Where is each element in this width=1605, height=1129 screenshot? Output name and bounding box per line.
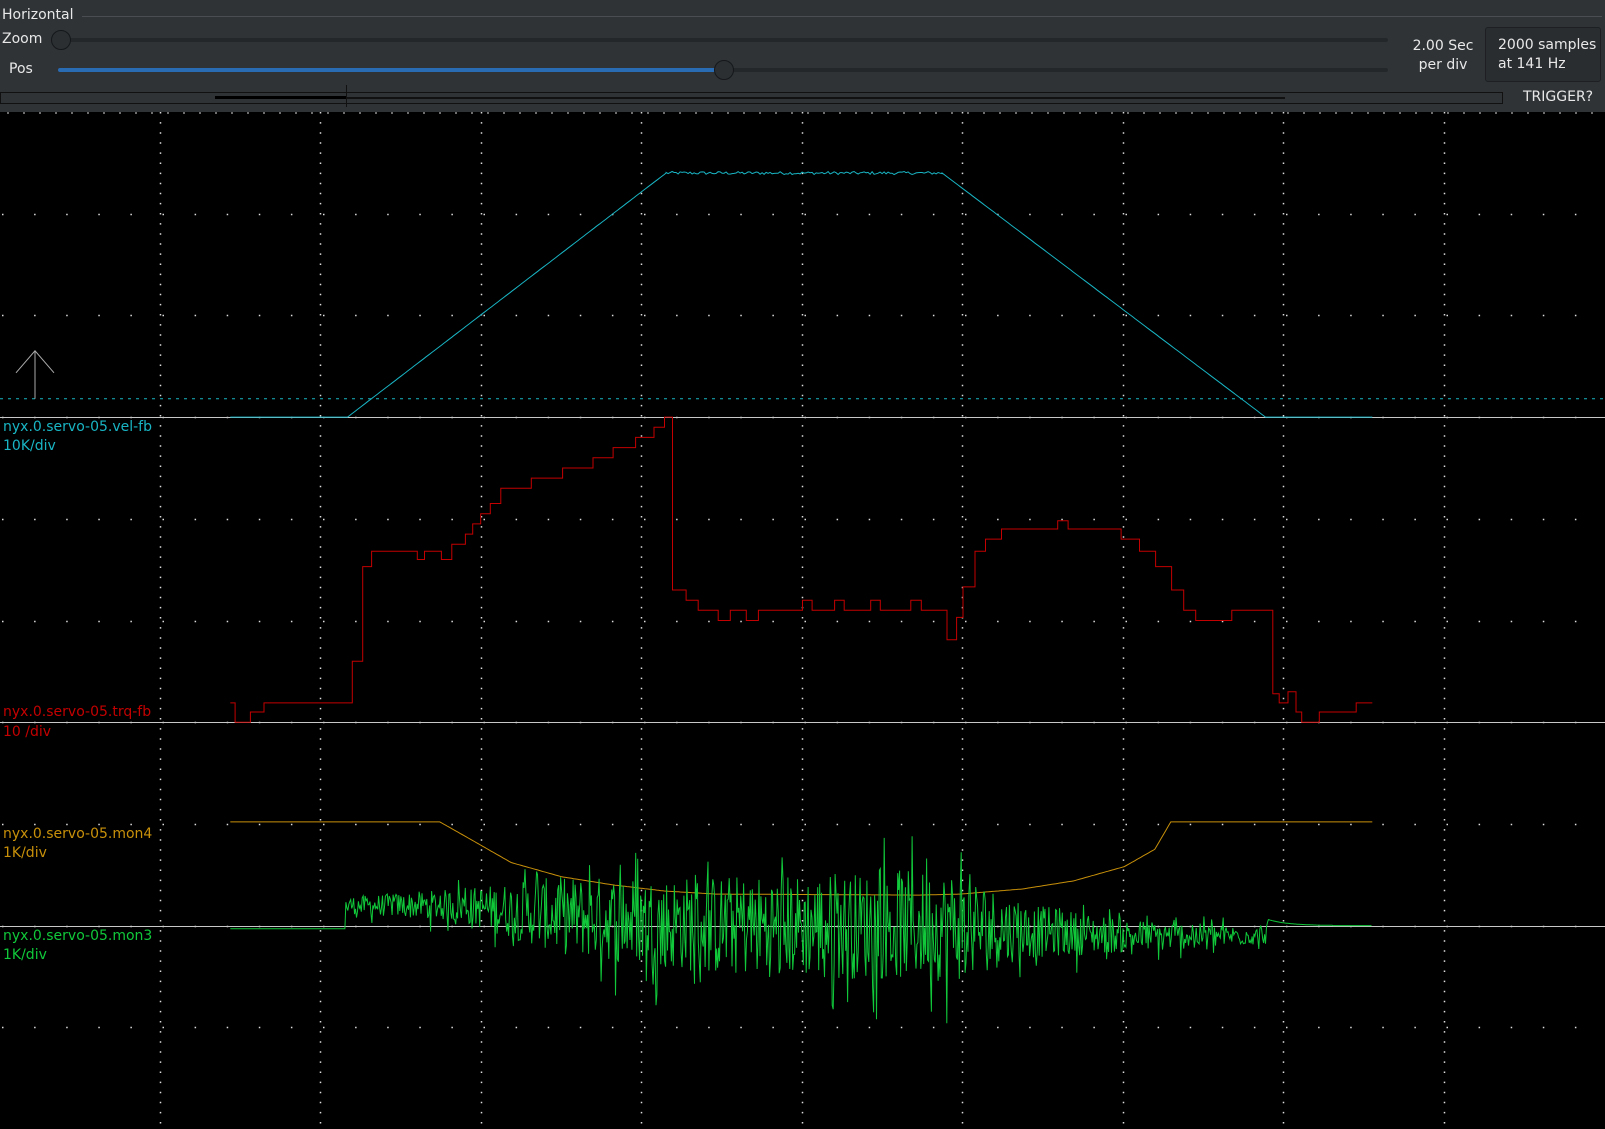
- channel-scale: 1K/div: [3, 844, 47, 861]
- channel-name[interactable]: nyx.0.servo-05.mon3: [3, 927, 152, 945]
- pos-label: Pos: [9, 61, 33, 77]
- scope-display[interactable]: [0, 112, 1605, 1129]
- channel-scale: 1K/div: [3, 946, 47, 963]
- horizontal-controls-panel: Horizontal Zoom Pos 2.00 Sec per div 200…: [0, 0, 1605, 112]
- zoom-slider-handle[interactable]: [51, 30, 71, 50]
- channel-scale: 10K/div: [3, 438, 56, 455]
- trigger-arrow-icon: [15, 350, 55, 399]
- section-label: Horizontal: [2, 7, 74, 23]
- buffer-line: [215, 97, 1285, 99]
- channel-name[interactable]: nyx.0.servo-05.mon4: [3, 825, 152, 843]
- channel-name[interactable]: nyx.0.servo-05.trq-fb: [3, 703, 151, 721]
- trace-nyx-0-servo-05-mon4: [230, 821, 1373, 896]
- sample-rate: at 141 Hz: [1498, 56, 1566, 72]
- record-buffer-indicator: [0, 85, 1503, 107]
- acquire-settings-button[interactable]: 2000 samples at 141 Hz: [1485, 27, 1601, 82]
- trigger-status: TRIGGER?: [1523, 89, 1594, 105]
- trigger-position-marker: [346, 85, 347, 107]
- display-window-marker: [215, 96, 346, 99]
- timebase-readout: 2.00 Sec per div: [1405, 37, 1481, 75]
- trace-nyx-0-servo-05-trq-fb: [230, 416, 1373, 723]
- zoom-slider-track[interactable]: [60, 38, 1388, 42]
- sample-count: 2000 samples: [1498, 37, 1597, 53]
- section-divider: [82, 16, 1602, 17]
- channel-name[interactable]: nyx.0.servo-05.vel-fb: [3, 418, 152, 436]
- traces: [230, 170, 1373, 1024]
- channel-scale: 10 /div: [3, 724, 52, 741]
- timebase-unit: per div: [1418, 57, 1468, 73]
- trace-nyx-0-servo-05-mon3: [230, 836, 1372, 1024]
- pos-slider-handle[interactable]: [714, 60, 734, 80]
- trace-nyx-0-servo-05-vel-fb: [230, 170, 1373, 418]
- zoom-label: Zoom: [2, 31, 43, 47]
- timebase-value: 2.00 Sec: [1412, 38, 1474, 54]
- pos-slider-fill: [58, 68, 723, 72]
- grid: [0, 112, 1605, 1129]
